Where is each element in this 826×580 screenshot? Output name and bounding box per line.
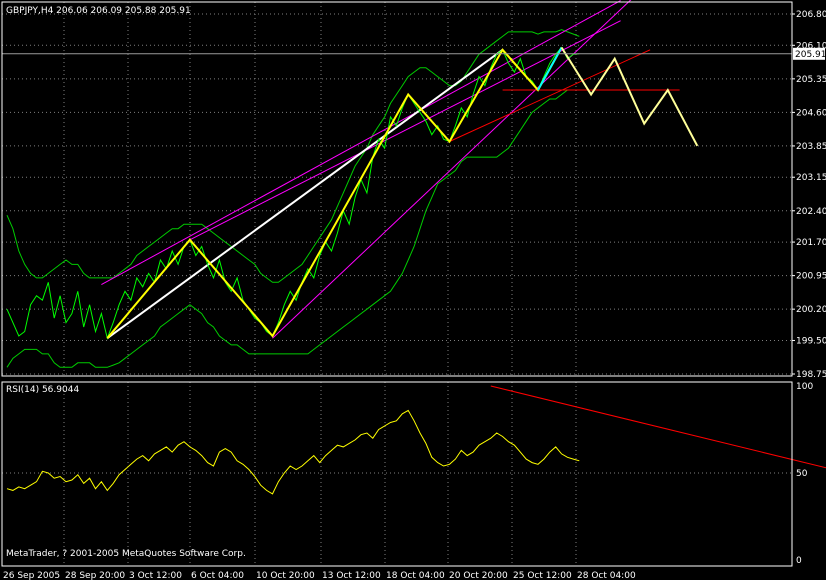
rsi-title: RSI(14) 56.9044	[6, 385, 79, 395]
y-tick-label: 202.40	[796, 207, 826, 217]
main-panel-frame	[1, 1, 793, 377]
y-tick-label: 205.35	[796, 75, 826, 85]
rsi-trend-line	[490, 385, 826, 469]
main-series	[2, 0, 792, 368]
rsi-series	[6, 385, 826, 495]
y-tick-label: 200.20	[796, 305, 826, 315]
y-tick-label: 200.95	[796, 272, 826, 282]
y-tick-label: 206.80	[796, 10, 826, 20]
y-tick-label: 203.15	[796, 173, 826, 183]
x-tick-label: 20 Oct 20:00	[449, 571, 508, 580]
y-tick-label: 198.75	[796, 370, 826, 380]
axes: 26 Sep 2005 28 Sep 20:00 3 Oct 12:00 6 Oct …	[1, 1, 826, 580]
y-tick-label: 201.70	[796, 238, 826, 248]
price-line	[6, 46, 580, 340]
main-grid	[2, 2, 792, 376]
rsi-tick-label: 0	[796, 556, 802, 566]
current-price-label: 205.91	[795, 50, 826, 60]
x-tick-label: 13 Oct 12:00	[322, 571, 381, 580]
x-tick-label: 18 Oct 04:00	[386, 571, 445, 580]
rsi-tick-label: 50	[796, 469, 808, 479]
bollinger-lower-line	[6, 89, 580, 368]
chart-canvas: 26 Sep 2005 28 Sep 20:00 3 Oct 12:00 6 Oct …	[1, 0, 826, 580]
chart-title: GBPJPY,H4 206.06 206.09 205.88 205.91	[6, 6, 191, 16]
x-tick-label: 28 Sep 20:00	[65, 571, 125, 580]
bollinger-upper-line	[6, 29, 580, 283]
y-tick-label: 204.60	[796, 108, 826, 118]
rsi-tick-label: 100	[796, 382, 813, 392]
y-tick-label: 199.50	[796, 336, 826, 346]
white-trend-line	[106, 48, 504, 340]
y-tick-label: 203.85	[796, 142, 826, 152]
projection-line	[560, 46, 699, 147]
zigzag-line	[106, 47, 563, 339]
x-tick-label: 26 Sep 2005	[3, 571, 60, 580]
x-tick-label: 28 Oct 04:00	[577, 571, 636, 580]
x-tick-label: 3 Oct 12:00	[129, 571, 182, 580]
rsi-line	[6, 409, 580, 495]
x-tick-label: 10 Oct 20:00	[256, 571, 315, 580]
x-tick-label: 6 Oct 04:00	[191, 571, 244, 580]
x-tick-label: 25 Oct 12:00	[513, 571, 572, 580]
watermark: MetaTrader, ? 2001-2005 MetaQuotes Softw…	[6, 549, 246, 559]
